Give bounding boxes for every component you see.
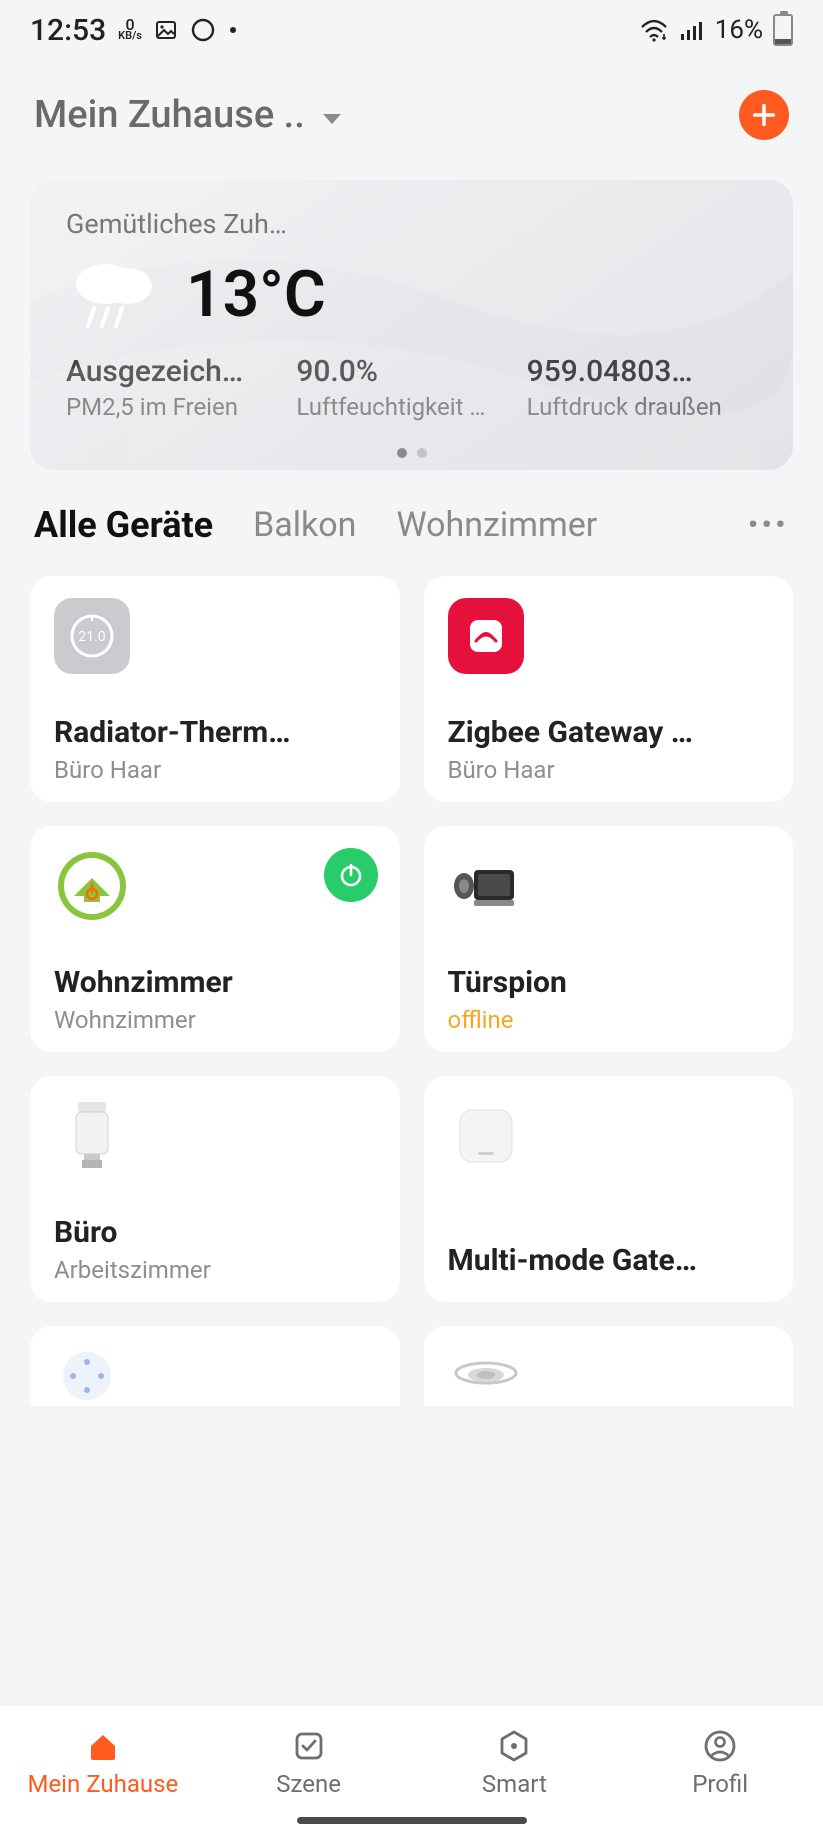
status-right: 16% [639, 14, 793, 46]
device-title: Wohnzimmer [54, 965, 378, 1000]
device-title: Radiator-Therm… [54, 715, 378, 750]
device-room: Wohnzimmer [54, 1006, 378, 1034]
radiator-valve-icon [54, 1098, 130, 1174]
thermostat-icon: 21.0 [54, 598, 130, 674]
nav-label: Profil [692, 1770, 748, 1798]
climate-icon [54, 848, 130, 924]
clock: 12:53 [30, 13, 106, 48]
tabs-more-button[interactable]: ••• [748, 510, 789, 540]
device-card-peek[interactable] [424, 1326, 794, 1406]
device-card-multimode[interactable]: Multi-mode Gate… [424, 1076, 794, 1302]
battery-icon [773, 14, 793, 46]
dot-icon [228, 25, 238, 35]
wifi-icon [639, 18, 669, 42]
status-left: 12:53 0 KB/s [30, 13, 238, 48]
device-room: Arbeitszimmer [54, 1256, 378, 1284]
device-card-tuerspion[interactable]: Türspion offline [424, 826, 794, 1052]
power-icon [337, 861, 365, 889]
cellular-icon [679, 18, 705, 42]
device-card-radiator[interactable]: 21.0 Radiator-Therm… Büro Haar [30, 576, 400, 802]
hub-icon [448, 1098, 524, 1174]
smart-icon [496, 1726, 532, 1766]
device-room: Büro Haar [448, 756, 772, 784]
card-pager [30, 448, 793, 458]
device-card-peek[interactable] [30, 1326, 400, 1406]
nav-scene[interactable]: Szene [206, 1726, 412, 1798]
power-button[interactable] [324, 848, 378, 902]
device-title: Türspion [448, 965, 772, 1000]
zigbee-gateway-icon [448, 598, 524, 674]
nav-label: Szene [276, 1770, 341, 1798]
scene-icon [291, 1726, 327, 1766]
tab-balkon[interactable]: Balkon [253, 505, 356, 545]
nav-label: Mein Zuhause [28, 1770, 179, 1798]
header: Mein Zuhause .. [0, 60, 823, 160]
status-bar: 12:53 0 KB/s 16% [0, 0, 823, 60]
nav-smart[interactable]: Smart [412, 1726, 618, 1798]
remote-icon [54, 1348, 120, 1404]
device-title: Multi-mode Gate… [448, 1243, 772, 1278]
tab-all-devices[interactable]: Alle Geräte [34, 504, 213, 546]
network-speed: 0 KB/s [118, 19, 142, 41]
device-card-wohnzimmer[interactable]: Wohnzimmer Wohnzimmer [30, 826, 400, 1052]
add-button[interactable] [739, 90, 789, 140]
device-card-gateway[interactable]: Zigbee Gateway … Büro Haar [424, 576, 794, 802]
profile-icon [702, 1726, 738, 1766]
doorbell-camera-icon [448, 848, 524, 924]
nav-home[interactable]: Mein Zuhause [0, 1726, 206, 1798]
tab-wohnzimmer[interactable]: Wohnzimmer [396, 505, 597, 545]
battery-percent: 16% [715, 15, 763, 45]
device-status: offline [448, 1006, 772, 1034]
pager-dot[interactable] [397, 448, 407, 458]
image-icon [154, 18, 178, 42]
pager-dot[interactable] [417, 448, 427, 458]
home-label: Mein Zuhause .. [34, 93, 305, 137]
card-decor [30, 180, 793, 470]
device-room: Büro Haar [54, 756, 378, 784]
home-indicator[interactable] [297, 1817, 527, 1824]
device-grid-overflow [0, 1302, 823, 1406]
nav-profile[interactable]: Profil [617, 1726, 823, 1798]
device-title: Zigbee Gateway … [448, 715, 772, 750]
room-tabs: Alle Geräte Balkon Wohnzimmer ••• [0, 470, 823, 556]
bottom-nav: Mein Zuhause Szene Smart Profil [0, 1706, 823, 1828]
device-card-buero[interactable]: Büro Arbeitszimmer [30, 1076, 400, 1302]
device-grid: 21.0 Radiator-Therm… Büro Haar Zigbee Ga… [0, 556, 823, 1302]
ceiling-light-icon [448, 1348, 524, 1404]
alexa-icon [190, 17, 216, 43]
device-title: Büro [54, 1215, 378, 1250]
plus-icon [750, 101, 778, 129]
home-selector[interactable]: Mein Zuhause .. [34, 93, 343, 137]
home-icon [85, 1726, 121, 1766]
weather-card[interactable]: Gemütliches Zuh… 13°C Ausgezeich… PM2,5 … [30, 180, 793, 470]
svg-text:21.0: 21.0 [78, 629, 105, 645]
chevron-down-icon [321, 93, 343, 137]
nav-label: Smart [482, 1770, 547, 1798]
